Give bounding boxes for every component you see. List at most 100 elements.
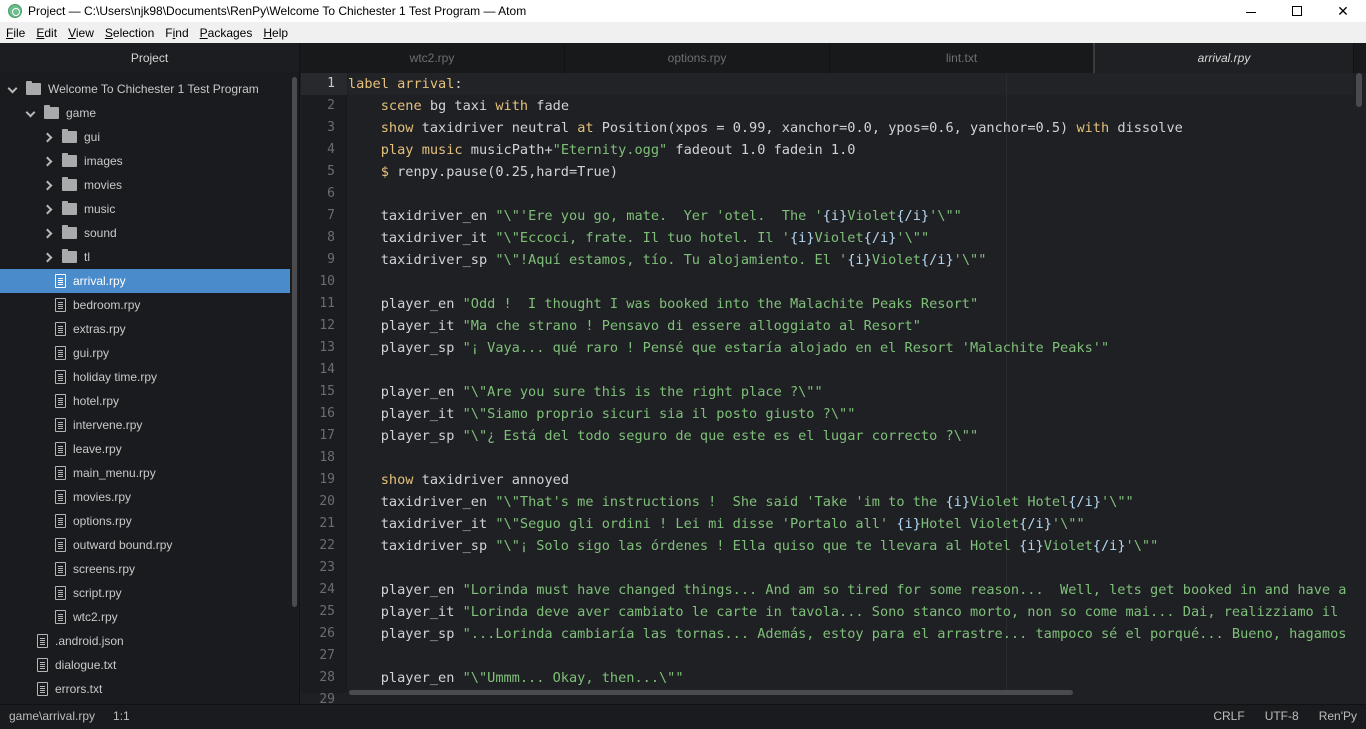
code-token-str: Violet — [814, 230, 864, 246]
menu-find[interactable]: Find — [165, 26, 188, 40]
tree-file[interactable]: holiday time.rpy — [0, 365, 290, 389]
sidebar-scrollbar[interactable] — [292, 77, 297, 607]
tab-options-rpy[interactable]: options.rpy — [565, 43, 830, 73]
file-text-icon — [55, 442, 66, 456]
tree-file[interactable]: errors.txt — [0, 677, 290, 701]
minimize-button[interactable] — [1228, 0, 1274, 22]
tree-folder[interactable]: images — [0, 149, 290, 173]
tree-file[interactable]: options.rpy — [0, 509, 290, 533]
code-line[interactable]: taxidriver_it "\"Eccoci, frate. Il tuo h… — [348, 227, 929, 249]
chevron-down-icon[interactable] — [8, 85, 16, 93]
tree-file[interactable]: gui.rpy — [0, 341, 290, 365]
code-token-tag: {i} — [822, 208, 848, 224]
menu-selection[interactable]: Selection — [105, 26, 154, 40]
code-token-str: "\"!Aquí estamos, tío. Tu alojamiento. E… — [495, 252, 848, 268]
code-line[interactable]: player_en "Lorinda must have changed thi… — [348, 579, 1355, 601]
tree-file[interactable]: movies.rpy — [0, 485, 290, 509]
tree-item-label: bedroom.rpy — [73, 298, 141, 312]
status-file-path[interactable]: game\arrival.rpy — [9, 709, 95, 723]
tree-item-label: dialogue.txt — [55, 658, 117, 672]
code-line[interactable]: player_sp "...Lorinda cambiaría las torn… — [348, 623, 1355, 645]
maximize-button[interactable] — [1274, 0, 1320, 22]
tab-lint-txt[interactable]: lint.txt — [830, 43, 1095, 73]
code-line[interactable]: taxidriver_en "\"'Ere you go, mate. Yer … — [348, 205, 962, 227]
line-number: 24 — [319, 582, 335, 597]
tree-folder[interactable]: gui — [0, 125, 290, 149]
tree-folder[interactable]: tl — [0, 245, 290, 269]
menu-packages[interactable]: Packages — [200, 26, 253, 40]
code-line[interactable]: taxidriver_sp "\"!Aquí estamos, tío. Tu … — [348, 249, 987, 271]
chevron-right-icon[interactable] — [44, 253, 52, 261]
code-line[interactable]: taxidriver_en "\"That's me instructions … — [348, 491, 1134, 513]
tree-folder[interactable]: movies — [0, 173, 290, 197]
folder-icon — [26, 81, 41, 95]
tree-folder[interactable]: Welcome To Chichester 1 Test Program — [0, 77, 290, 101]
tab-project[interactable]: Project — [0, 43, 300, 73]
folder-icon — [62, 201, 77, 215]
code-line[interactable]: player_en "\"Are you sure this is the ri… — [348, 381, 823, 403]
tree-folder[interactable]: game — [0, 101, 290, 125]
code-token-plain: bg taxi — [421, 98, 496, 114]
code-line[interactable]: label arrival: — [348, 73, 463, 95]
code-line[interactable]: player_en "\"Ummm... Okay, then...\"" — [348, 667, 684, 689]
code-token-plain: taxidriver_it — [348, 230, 496, 246]
tree-file[interactable]: wtc2.rpy — [0, 605, 290, 629]
code-editor[interactable]: 1 2 3 4 5 6 7 8 9 10 11 12 13 14 15 16 17 18 19 20 21 22 23 24 2… — [301, 73, 1366, 704]
tree-file[interactable]: intervene.rpy — [0, 413, 290, 437]
status-grammar[interactable]: Ren'Py — [1319, 709, 1357, 723]
tree-file[interactable]: .android.json — [0, 629, 290, 653]
tree-file[interactable]: screens.rpy — [0, 557, 290, 581]
code-line[interactable]: player_it "Ma che strano ! Pensavo di es… — [348, 315, 921, 337]
tree-folder[interactable]: music — [0, 197, 290, 221]
chevron-down-icon[interactable] — [26, 109, 34, 117]
code-line[interactable]: taxidriver_it "\"Seguo gli ordini ! Lei … — [348, 513, 1085, 535]
code-token-plain: taxidriver_sp — [348, 252, 496, 268]
code-line[interactable]: $ renpy.pause(0.25,hard=True) — [348, 161, 618, 183]
file-text-icon — [55, 466, 66, 480]
code-line[interactable]: scene bg taxi with fade — [348, 95, 569, 117]
tab-arrival-rpy[interactable]: arrival.rpy — [1095, 43, 1354, 73]
tree-item-label: holiday time.rpy — [73, 370, 158, 384]
vertical-scrollbar[interactable] — [1356, 73, 1362, 107]
code-line[interactable]: player_sp "¡ Vaya... qué raro ! Pensé qu… — [348, 337, 1109, 359]
code-token-kw: $ — [380, 164, 389, 180]
menu-file[interactable]: File — [6, 26, 25, 40]
tree-file[interactable]: bedroom.rpy — [0, 293, 290, 317]
code-line[interactable]: taxidriver_sp "\"¡ Solo sigo las órdenes… — [348, 535, 1159, 557]
chevron-right-icon[interactable] — [44, 229, 52, 237]
tree-file[interactable]: hotel.rpy — [0, 389, 290, 413]
menu-help[interactable]: Help — [263, 26, 288, 40]
tab-wtc2-rpy[interactable]: wtc2.rpy — [300, 43, 565, 73]
code-line[interactable]: player_en "Odd ! I thought I was booked … — [348, 293, 978, 315]
menu-edit[interactable]: Edit — [36, 26, 57, 40]
tree-file[interactable]: leave.rpy — [0, 437, 290, 461]
code-token-plain: renpy.pause(0.25,hard=True) — [388, 164, 619, 180]
tree-file[interactable]: arrival.rpy — [0, 269, 290, 293]
close-button[interactable]: ✕ — [1320, 0, 1366, 22]
status-cursor-position[interactable]: 1:1 — [113, 709, 130, 723]
chevron-right-icon[interactable] — [44, 133, 52, 141]
project-tree: Welcome To Chichester 1 Test Program game… — [0, 73, 300, 704]
code-token-plain: player_en — [348, 384, 463, 400]
tree-file[interactable]: dialogue.txt — [0, 653, 290, 677]
tree-file[interactable]: script.rpy — [0, 581, 290, 605]
chevron-right-icon[interactable] — [44, 157, 52, 165]
code-line[interactable]: show taxidriver neutral at Position(xpos… — [348, 117, 1183, 139]
menu-view[interactable]: View — [68, 26, 94, 40]
status-line-ending[interactable]: CRLF — [1213, 709, 1244, 723]
code-line[interactable]: player_sp "\"¿ Está del todo seguro de q… — [348, 425, 978, 447]
tree-file[interactable]: extras.rpy — [0, 317, 290, 341]
chevron-right-icon[interactable] — [44, 205, 52, 213]
tree-item-label: gui.rpy — [73, 346, 110, 360]
code-line[interactable]: show taxidriver annoyed — [348, 469, 569, 491]
tree-folder[interactable]: sound — [0, 221, 290, 245]
code-line[interactable]: player_it "Lorinda deve aver cambiato le… — [348, 601, 1346, 623]
status-encoding[interactable]: UTF-8 — [1265, 709, 1299, 723]
code-line[interactable]: play music musicPath+"Eternity.ogg" fade… — [348, 139, 856, 161]
horizontal-scrollbar[interactable] — [349, 690, 1073, 695]
tree-file[interactable]: main_menu.rpy — [0, 461, 290, 485]
tree-file[interactable]: outward bound.rpy — [0, 533, 290, 557]
code-line[interactable]: player_it "\"Siamo proprio sicuri sia il… — [348, 403, 856, 425]
code-token-str: "Eternity.ogg" — [552, 142, 668, 158]
chevron-right-icon[interactable] — [44, 181, 52, 189]
